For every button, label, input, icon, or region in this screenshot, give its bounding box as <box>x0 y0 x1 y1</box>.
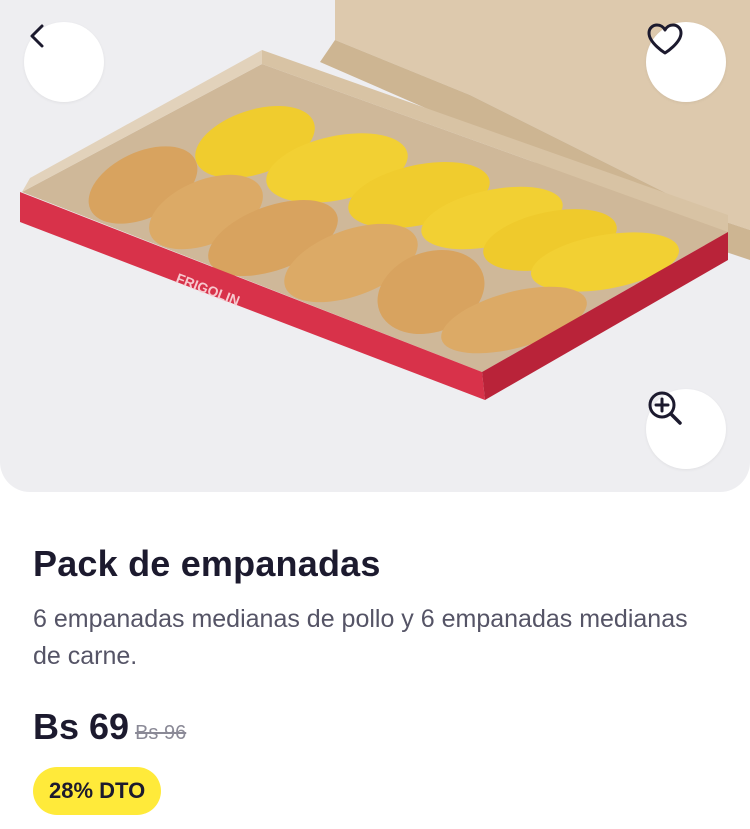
discount-badge: 28% DTO <box>33 767 162 815</box>
back-button[interactable] <box>24 22 104 102</box>
product-description: 6 empanadas medianas de pollo y 6 empana… <box>33 605 688 670</box>
price-row: Bs 69 Bs 96 <box>33 706 186 748</box>
product-image-area: FRIGOLIN <box>0 0 750 492</box>
product-image: FRIGOLIN <box>20 0 750 400</box>
zoom-button[interactable] <box>646 389 726 469</box>
zoom-in-icon <box>648 391 682 425</box>
product-title: Pack de empanadas <box>33 543 381 584</box>
favorite-button[interactable] <box>646 22 726 102</box>
current-price: Bs 69 <box>33 706 130 747</box>
original-price: Bs 96 <box>135 722 187 744</box>
heart-icon <box>647 23 683 55</box>
chevron-left-icon <box>30 24 44 48</box>
